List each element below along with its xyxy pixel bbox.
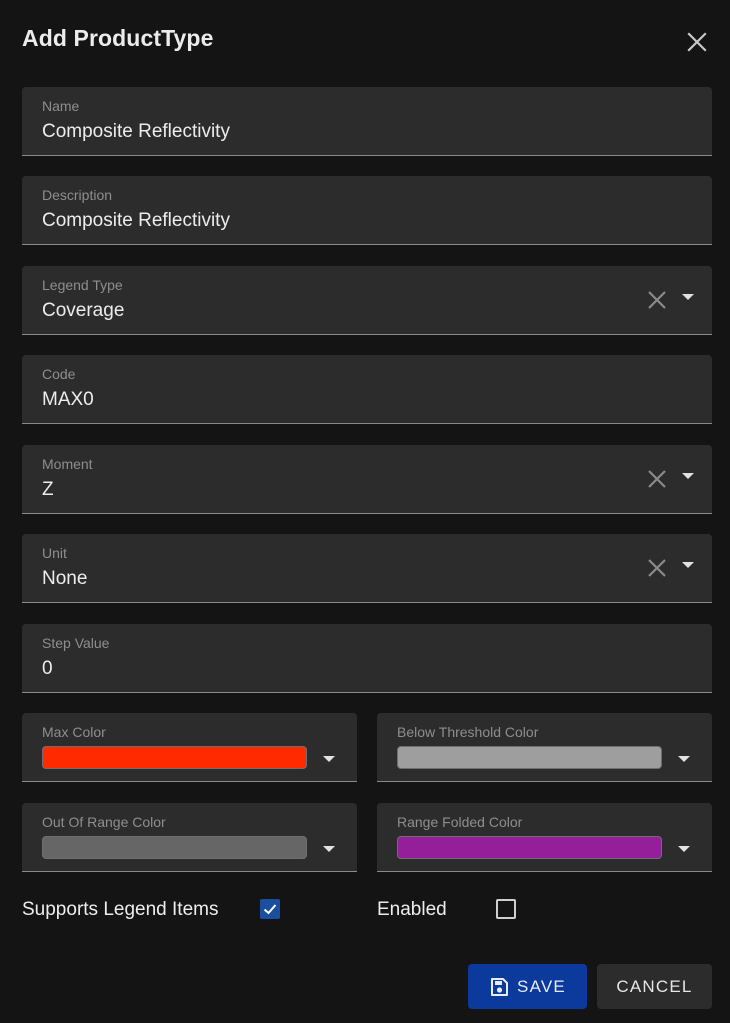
max-color-picker[interactable]: Max Color	[22, 713, 357, 782]
chevron-down-icon[interactable]	[323, 756, 335, 762]
out-of-range-color-picker[interactable]: Out Of Range Color	[22, 803, 357, 872]
name-label: Name	[42, 98, 80, 114]
name-value: Composite Reflectivity	[42, 121, 230, 142]
close-button[interactable]	[682, 27, 712, 57]
enabled-label: Enabled	[377, 899, 447, 920]
close-icon	[687, 32, 707, 52]
step-value-value: 0	[42, 658, 53, 679]
save-icon	[491, 977, 509, 996]
enabled-checkbox[interactable]	[496, 899, 516, 919]
chevron-down-icon[interactable]	[678, 756, 690, 762]
out-of-range-color-swatch[interactable]	[42, 836, 307, 859]
description-value: Composite Reflectivity	[42, 210, 230, 231]
dialog-title: Add ProductType	[22, 25, 214, 51]
moment-select[interactable]: Moment Z	[22, 445, 712, 514]
unit-value: None	[42, 568, 88, 589]
cancel-button[interactable]: CANCEL	[597, 964, 712, 1009]
name-field[interactable]: Name Composite Reflectivity	[22, 87, 712, 156]
max-color-swatch[interactable]	[42, 746, 307, 769]
code-field[interactable]: Code MAX0	[22, 355, 712, 424]
legend-type-label: Legend Type	[42, 277, 123, 293]
chevron-down-icon[interactable]	[682, 294, 694, 300]
max-color-label: Max Color	[42, 724, 106, 740]
moment-label: Moment	[42, 456, 93, 472]
clear-icon[interactable]	[646, 289, 668, 311]
step-value-label: Step Value	[42, 635, 110, 651]
description-label: Description	[42, 187, 113, 203]
clear-icon[interactable]	[646, 557, 668, 579]
code-label: Code	[42, 366, 76, 382]
chevron-down-icon[interactable]	[323, 846, 335, 852]
legend-type-value: Coverage	[42, 300, 125, 321]
range-folded-color-label: Range Folded Color	[397, 814, 523, 830]
chevron-down-icon[interactable]	[682, 473, 694, 479]
below-threshold-color-label: Below Threshold Color	[397, 724, 539, 740]
range-folded-color-swatch[interactable]	[397, 836, 662, 859]
below-threshold-color-picker[interactable]: Below Threshold Color	[377, 713, 712, 782]
add-product-type-dialog: Add ProductType Name Composite Reflectiv…	[0, 0, 730, 1023]
legend-type-select[interactable]: Legend Type Coverage	[22, 266, 712, 335]
moment-value: Z	[42, 479, 54, 500]
unit-select[interactable]: Unit None	[22, 534, 712, 603]
save-button[interactable]: SAVE	[468, 964, 587, 1009]
code-value: MAX0	[42, 389, 94, 410]
unit-label: Unit	[42, 545, 67, 561]
range-folded-color-picker[interactable]: Range Folded Color	[377, 803, 712, 872]
description-field[interactable]: Description Composite Reflectivity	[22, 176, 712, 245]
out-of-range-color-label: Out Of Range Color	[42, 814, 166, 830]
check-icon	[263, 904, 277, 915]
supports-legend-items-checkbox[interactable]	[260, 899, 280, 919]
clear-icon[interactable]	[646, 468, 668, 490]
cancel-label: CANCEL	[616, 976, 693, 996]
chevron-down-icon[interactable]	[678, 846, 690, 852]
step-value-field[interactable]: Step Value 0	[22, 624, 712, 693]
save-label: SAVE	[517, 976, 566, 996]
below-threshold-color-swatch[interactable]	[397, 746, 662, 769]
supports-legend-items-label: Supports Legend Items	[22, 899, 219, 920]
chevron-down-icon[interactable]	[682, 562, 694, 568]
